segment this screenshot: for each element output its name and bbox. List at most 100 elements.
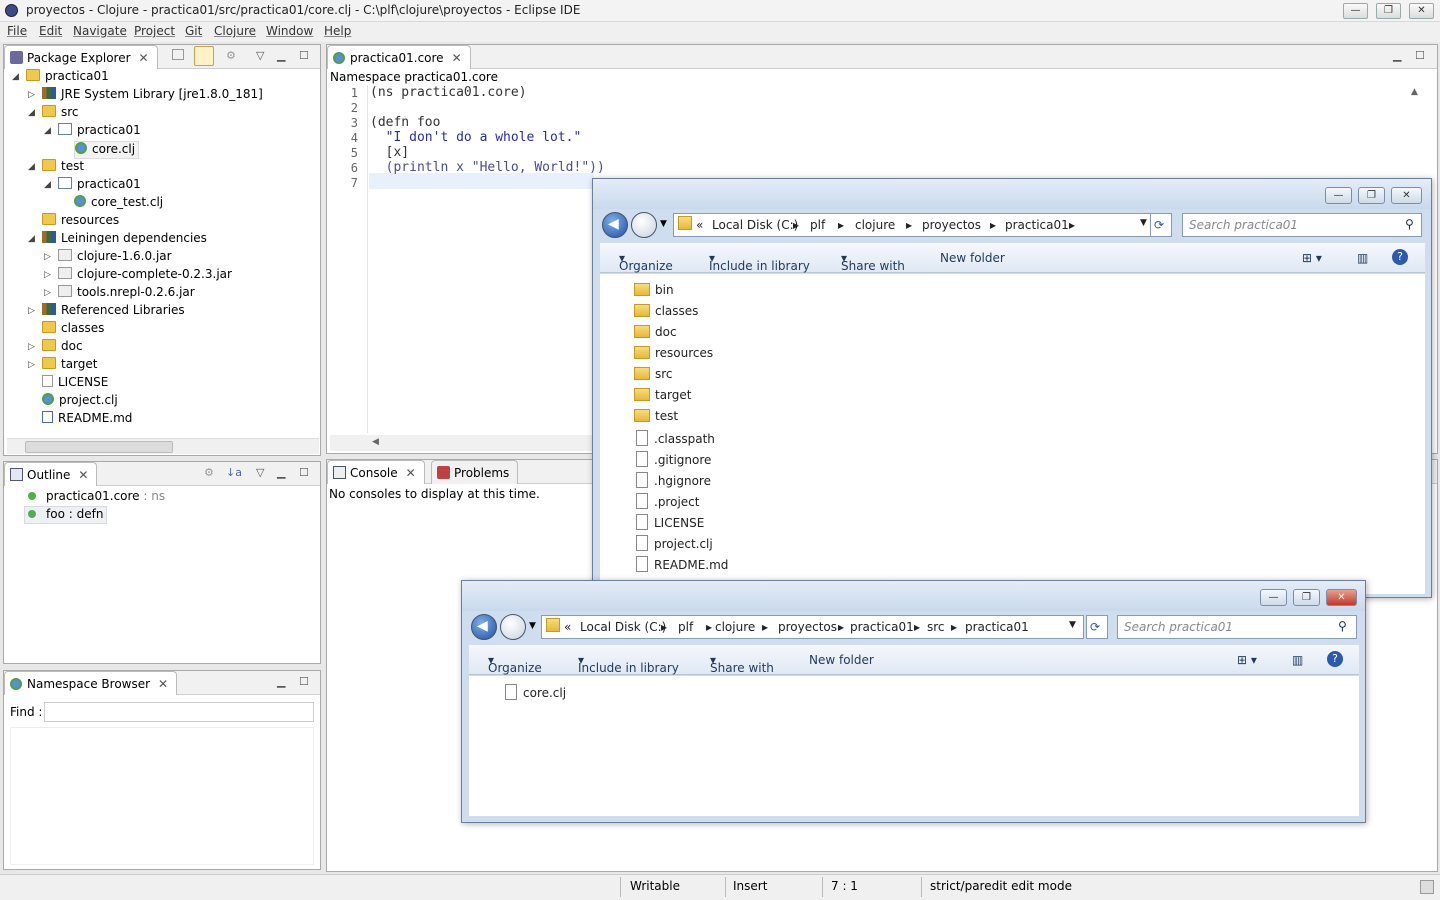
breadcrumb-segment[interactable]: practica01 (965, 620, 1029, 634)
share-with-button[interactable]: Share with ▾ (710, 653, 774, 675)
include-in-library-button[interactable]: Include in library ▾ (709, 251, 810, 273)
tree-item-resources[interactable]: resources (42, 213, 119, 231)
chevron-right-icon[interactable]: ▸ (793, 218, 799, 232)
chevron-right-icon[interactable]: ▸ (838, 218, 844, 232)
editor-breadcrumb[interactable]: Namespace practica01.core (330, 70, 498, 84)
minimize-view-icon[interactable]: ▁ (1393, 49, 1401, 62)
folder-item[interactable]: resources (634, 346, 713, 366)
code-line[interactable]: [x] (370, 145, 410, 160)
close-tab-icon[interactable]: ✕ (78, 468, 88, 482)
code-line[interactable]: (println x "Hello, World!")) (370, 160, 605, 175)
close-button[interactable]: ✕ (1409, 3, 1434, 19)
search-input[interactable]: Search practica01 (1182, 213, 1422, 237)
breadcrumb-segment[interactable]: plf (810, 218, 825, 232)
view-menu-icon[interactable]: ▽ (256, 466, 264, 479)
restore-button[interactable]: ❐ (1376, 3, 1401, 19)
file-item[interactable]: LICENSE (636, 514, 704, 534)
tab-package-explorer[interactable]: Package Explorer ✕ (4, 45, 158, 69)
history-dropdown-icon[interactable]: ▼ (529, 621, 536, 631)
file-item[interactable]: .project (636, 493, 699, 513)
explorer-minimize-button[interactable]: — (1325, 187, 1352, 204)
views-icon[interactable]: ⊞ ▾ (1237, 653, 1257, 667)
file-item[interactable]: .classpath (636, 430, 715, 450)
tree-item-core-test-clj[interactable]: core_test.clj (74, 195, 163, 213)
history-dropdown-icon[interactable]: ▼ (660, 219, 667, 229)
breadcrumb-segment[interactable]: Local Disk (C:) (580, 620, 666, 634)
maximize-view-icon[interactable]: ☐ (1415, 49, 1425, 62)
minimize-view-icon[interactable]: ▁ (277, 466, 285, 479)
refresh-button[interactable]: ⟳ (1150, 213, 1172, 237)
link-editor-icon[interactable] (194, 46, 214, 66)
collapse-all-icon[interactable] (172, 49, 184, 60)
breadcrumb-segment[interactable]: Local Disk (C:) (712, 218, 798, 232)
tab-outline[interactable]: Outline ✕ (4, 462, 98, 486)
notifications-icon[interactable] (1420, 880, 1434, 894)
scrollbar-thumb[interactable] (25, 441, 173, 453)
code-line[interactable]: (ns practica01.core) (370, 85, 527, 100)
explorer-maximize-button[interactable]: ❐ (1358, 187, 1385, 204)
tab-problems[interactable]: Problems (431, 460, 519, 484)
view-menu-icon[interactable]: ▽ (256, 49, 264, 62)
tab-console[interactable]: Console ✕ (327, 460, 425, 484)
forward-button[interactable] (500, 614, 526, 640)
file-item[interactable]: core.clj (505, 684, 566, 704)
search-icon[interactable]: ⚲ (1338, 619, 1347, 633)
address-bar[interactable]: « Local Disk (C:) ▸ plf ▸ clojure ▸ proy… (541, 615, 1084, 639)
filter-icon[interactable]: ⚙ (226, 49, 236, 62)
folder-item[interactable]: test (634, 409, 678, 429)
address-dropdown-icon[interactable]: ▼ (1140, 218, 1147, 228)
tree-item-core-clj[interactable]: core.clj (74, 141, 140, 159)
breadcrumb-overflow[interactable]: « (564, 620, 571, 634)
minimize-view-icon[interactable]: ▁ (277, 675, 285, 688)
explorer-minimize-button[interactable]: — (1260, 589, 1287, 606)
preview-pane-icon[interactable]: ▥ (1357, 251, 1368, 265)
close-tab-icon[interactable]: ✕ (158, 677, 168, 691)
tab-editor[interactable]: practica01.core ✕ (327, 45, 471, 69)
menu-file[interactable]: File (7, 24, 27, 38)
maximize-view-icon[interactable]: ☐ (299, 466, 309, 479)
folder-item[interactable]: doc (634, 325, 677, 345)
menu-edit[interactable]: Edit (39, 24, 62, 38)
tree-item-project-clj[interactable]: project.clj (42, 393, 118, 411)
tree-item-classes[interactable]: classes (42, 321, 104, 339)
folder-item[interactable]: classes (634, 304, 698, 324)
chevron-right-icon[interactable]: ▸ (990, 218, 996, 232)
preview-pane-icon[interactable]: ▥ (1292, 653, 1303, 667)
organize-button[interactable]: Organize ▾ (488, 653, 542, 675)
outline-item-fn[interactable]: foo : defn (24, 506, 108, 524)
menu-navigate[interactable]: Navigate (73, 24, 127, 38)
code-line[interactable]: (defn foo (370, 115, 440, 130)
chevron-right-icon[interactable]: ▸ (838, 620, 844, 634)
breadcrumb-segment[interactable]: proyectos (922, 218, 981, 232)
chevron-right-icon[interactable]: ▸ (706, 620, 712, 634)
views-icon[interactable]: ⊞ ▾ (1302, 251, 1322, 265)
breadcrumb-segment[interactable]: practica01 (850, 620, 914, 634)
outline-item-ns[interactable]: practica01.core : ns (28, 489, 165, 507)
search-input[interactable]: Search practica01 (1117, 615, 1357, 639)
refresh-button[interactable]: ⟳ (1086, 615, 1108, 639)
help-icon[interactable]: ? (1327, 651, 1343, 667)
sort-icon[interactable]: ↓a (226, 466, 242, 479)
menu-window[interactable]: Window (266, 24, 313, 38)
chevron-right-icon[interactable]: ▸ (914, 620, 920, 634)
new-folder-button[interactable]: New folder (940, 251, 1005, 265)
file-item[interactable]: project.clj (636, 535, 713, 555)
file-item[interactable]: README.md (636, 556, 728, 576)
minimize-button[interactable]: — (1343, 3, 1368, 19)
hide-fields-icon[interactable]: ⚙ (204, 466, 214, 479)
breadcrumb-segment[interactable]: practica01 (1005, 218, 1069, 232)
new-folder-button[interactable]: New folder (809, 653, 874, 667)
share-with-button[interactable]: Share with ▾ (841, 251, 905, 273)
breadcrumb-segment[interactable]: clojure (715, 620, 755, 634)
chevron-right-icon[interactable]: ▸ (1069, 218, 1075, 232)
forward-button[interactable] (631, 212, 657, 238)
file-item[interactable]: .gitignore (636, 451, 711, 471)
menu-git[interactable]: Git (185, 24, 202, 38)
status-cursor-position[interactable]: 7 : 1 (831, 879, 858, 893)
breadcrumb-segment[interactable]: src (927, 620, 945, 634)
chevron-right-icon[interactable]: ▸ (906, 218, 912, 232)
maximize-view-icon[interactable]: ☐ (299, 49, 309, 62)
chevron-right-icon[interactable]: ▸ (951, 620, 957, 634)
folder-item[interactable]: target (634, 388, 692, 408)
find-input[interactable] (44, 702, 314, 722)
